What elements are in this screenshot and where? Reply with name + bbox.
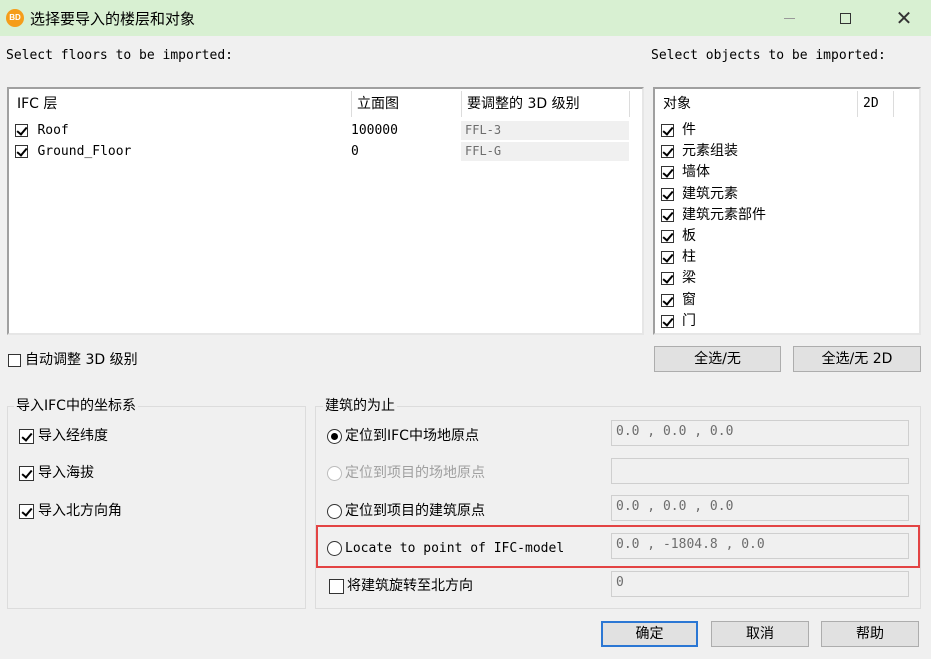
close-icon: ✕: [895, 6, 913, 30]
app-icon: BD: [6, 9, 24, 27]
object-label: 建筑元素部件: [682, 207, 766, 223]
checkbox-box[interactable]: [19, 503, 34, 519]
radio-project-site-origin[interactable]: 定位到项目的场地原点: [327, 463, 485, 483]
checkbox-box[interactable]: [19, 428, 34, 444]
floor-elevation: 100000: [351, 123, 398, 138]
object-label: 建筑元素: [682, 186, 738, 202]
auto-adjust-label: 自动调整 3D 级别: [25, 352, 138, 368]
ok-button[interactable]: 确定: [601, 621, 698, 647]
coordinate-group-title: 导入IFC中的坐标系: [14, 397, 138, 415]
floors-table[interactable]: IFC 层 立面图 要调整的 3D 级别 Roof 100000 FFL-3 G…: [7, 87, 644, 335]
list-item[interactable]: 元素组装: [661, 141, 738, 162]
list-item[interactable]: 墙体: [661, 162, 710, 183]
rotate-angle-field[interactable]: 0: [611, 571, 909, 597]
floors-col-level[interactable]: 要调整的 3D 级别: [461, 91, 629, 117]
list-item[interactable]: 柱: [661, 247, 696, 268]
select-all-button[interactable]: 全选/无: [654, 346, 781, 372]
list-item[interactable]: 门: [661, 311, 696, 332]
building-group-title: 建筑的为止: [323, 397, 397, 415]
minimize-icon: [783, 17, 795, 19]
checkbox-label: 将建筑旋转至北方向: [347, 578, 473, 594]
object-checkbox[interactable]: [661, 271, 674, 285]
radio-label: 定位到IFC中场地原点: [345, 428, 479, 444]
object-label: 元素组装: [682, 143, 738, 159]
import-elevation-checkbox[interactable]: 导入海拔: [19, 463, 94, 483]
floor-level[interactable]: FFL-3: [461, 121, 629, 140]
objects-label: Select objects to be imported:: [651, 48, 886, 63]
object-label: 窗: [682, 292, 696, 308]
close-button[interactable]: ✕: [881, 0, 927, 36]
object-checkbox[interactable]: [661, 314, 674, 328]
floors-label: Select floors to be imported:: [6, 48, 233, 63]
floor-name: Roof: [37, 123, 69, 138]
object-label: 板: [682, 228, 696, 244]
cancel-button[interactable]: 取消: [711, 621, 809, 647]
object-checkbox[interactable]: [661, 165, 674, 179]
list-item[interactable]: 梁: [661, 268, 696, 289]
rotate-to-north-checkbox[interactable]: 将建筑旋转至北方向: [329, 576, 473, 596]
title-bar: BD 选择要导入的楼层和对象 ✕: [0, 0, 931, 36]
list-item[interactable]: 窗: [661, 290, 696, 311]
select-all-2d-button[interactable]: 全选/无 2D: [793, 346, 921, 372]
maximize-button[interactable]: [822, 0, 868, 36]
radio-project-building-origin[interactable]: 定位到项目的建筑原点: [327, 501, 485, 521]
object-checkbox[interactable]: [661, 144, 674, 158]
ifc-site-origin-field[interactable]: 0.0 , 0.0 , 0.0: [611, 420, 909, 446]
object-checkbox[interactable]: [661, 229, 674, 243]
objects-col-2d[interactable]: 2D: [857, 91, 893, 117]
object-label: 门: [682, 313, 696, 329]
object-checkbox[interactable]: [661, 208, 674, 222]
radio-button[interactable]: [327, 465, 342, 481]
checkbox-label: 导入海拔: [38, 465, 94, 481]
radio-label: 定位到项目的场地原点: [345, 465, 485, 481]
object-checkbox[interactable]: [661, 187, 674, 201]
objects-table[interactable]: 对象 2D 件 元素组装 墙体 建筑元素 建筑元素部件 板 柱 梁 窗 门: [653, 87, 921, 335]
floor-checkbox[interactable]: [15, 123, 28, 137]
object-checkbox[interactable]: [661, 293, 674, 307]
col-separator: [629, 91, 630, 117]
checkbox-box[interactable]: [329, 578, 344, 594]
list-item[interactable]: 建筑元素: [661, 184, 738, 205]
floor-level[interactable]: FFL-G: [461, 142, 629, 161]
object-checkbox[interactable]: [661, 123, 674, 137]
radio-label: 定位到项目的建筑原点: [345, 503, 485, 519]
list-item[interactable]: 件: [661, 120, 696, 141]
radio-button[interactable]: [327, 540, 342, 556]
checkbox-label: 导入北方向角: [38, 503, 122, 519]
maximize-icon: [839, 12, 851, 24]
radio-label: Locate to point of IFC-model: [345, 541, 565, 556]
project-building-origin-field[interactable]: 0.0 , 0.0 , 0.0: [611, 495, 909, 521]
import-north-angle-checkbox[interactable]: 导入北方向角: [19, 501, 122, 521]
project-site-origin-field[interactable]: [611, 458, 909, 484]
checkbox-box[interactable]: [19, 465, 34, 481]
floor-name: Ground_Floor: [37, 144, 132, 159]
list-item[interactable]: 建筑元素部件: [661, 205, 766, 226]
object-label: 墙体: [682, 164, 710, 180]
object-label: 梁: [682, 270, 696, 286]
floor-elevation: 0: [351, 144, 359, 159]
object-label: 柱: [682, 249, 696, 265]
radio-ifc-model-point[interactable]: Locate to point of IFC-model: [327, 538, 564, 558]
objects-col-name[interactable]: 对象: [657, 91, 857, 117]
floor-checkbox[interactable]: [15, 144, 28, 158]
object-checkbox[interactable]: [661, 250, 674, 264]
floors-col-name[interactable]: IFC 层: [11, 91, 351, 117]
radio-button[interactable]: [327, 503, 342, 519]
col-separator: [893, 91, 894, 117]
auto-adjust-box[interactable]: [8, 353, 21, 367]
radio-ifc-site-origin[interactable]: 定位到IFC中场地原点: [327, 426, 479, 446]
ifc-model-point-field[interactable]: 0.0 , -1804.8 , 0.0: [611, 533, 909, 559]
list-item[interactable]: 板: [661, 226, 696, 247]
object-label: 件: [682, 122, 696, 138]
auto-adjust-checkbox[interactable]: 自动调整 3D 级别: [8, 350, 138, 370]
minimize-button[interactable]: [766, 0, 812, 36]
import-latlon-checkbox[interactable]: 导入经纬度: [19, 426, 108, 446]
checkbox-label: 导入经纬度: [38, 428, 108, 444]
radio-button[interactable]: [327, 428, 342, 444]
help-button[interactable]: 帮助: [821, 621, 919, 647]
floors-col-elevation[interactable]: 立面图: [351, 91, 461, 117]
window-title: 选择要导入的楼层和对象: [30, 10, 196, 28]
